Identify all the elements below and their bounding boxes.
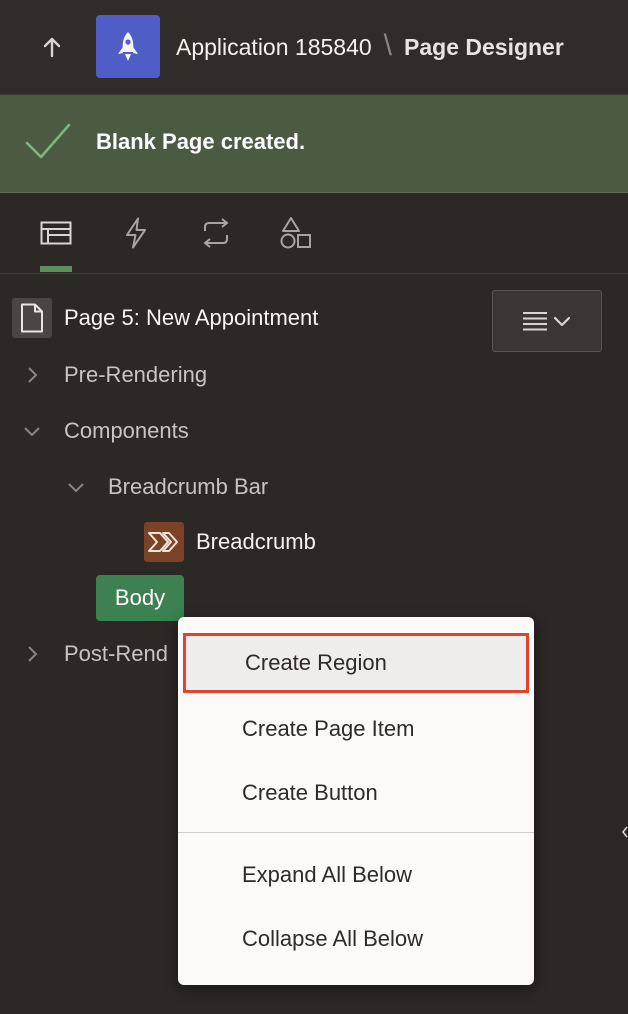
rendering-tree-icon: [40, 221, 72, 245]
menu-divider: [178, 832, 534, 833]
page-title: Page Designer: [404, 33, 564, 60]
tree-node-pre-rendering[interactable]: Pre-Rendering: [20, 355, 207, 395]
menu-item-create-page-item[interactable]: Create Page Item: [178, 697, 534, 761]
page-icon: [12, 298, 52, 338]
breadcrumb-region-icon: [144, 522, 184, 562]
context-menu: Create Region Create Page Item Create Bu…: [178, 617, 534, 985]
tree-node-label: Components: [64, 418, 189, 443]
app-name-link[interactable]: Application 185840: [176, 34, 372, 61]
shapes-icon: [280, 217, 311, 249]
tree-node-label: Breadcrumb: [196, 529, 316, 554]
checkmark-icon: [25, 123, 71, 159]
header-bar: Application 185840 \ Page Designer: [0, 0, 628, 95]
list-menu-icon: [523, 312, 571, 331]
rocket-icon[interactable]: [96, 15, 160, 78]
active-tab-indicator: [40, 266, 72, 272]
tree-node-components[interactable]: Components: [20, 411, 189, 451]
tree-node-post-rendering[interactable]: Post-Rend: [20, 634, 168, 674]
tree-node-body[interactable]: Body: [96, 575, 184, 621]
lightning-icon: [126, 217, 146, 249]
chevron-down-icon[interactable]: [20, 419, 44, 443]
success-message: Blank Page created.: [96, 129, 306, 154]
tree-node-breadcrumb[interactable]: Breadcrumb: [144, 522, 316, 562]
breadcrumb: Application 185840 \ Page Designer: [176, 29, 564, 64]
menu-item-collapse-all-below[interactable]: Collapse All Below: [178, 907, 534, 971]
tree-node-label: Pre-Rendering: [64, 362, 208, 387]
tree-menu-button[interactable]: [492, 290, 602, 352]
tree-node-label: Post-Rend: [64, 641, 168, 666]
tab-rendering[interactable]: [34, 211, 78, 255]
menu-item-create-region[interactable]: Create Region: [183, 633, 529, 693]
tab-bar: [0, 193, 628, 274]
tab-dynamic-actions[interactable]: [114, 211, 158, 255]
splitter-chevron-icon[interactable]: [620, 822, 628, 842]
chevron-down-icon[interactable]: [64, 475, 88, 499]
menu-item-create-button[interactable]: Create Button: [178, 761, 534, 825]
tree-node-label: Breadcrumb Bar: [108, 474, 269, 499]
chevron-right-icon[interactable]: [20, 363, 44, 387]
chevron-right-icon[interactable]: [20, 642, 44, 666]
tab-shared-components[interactable]: [274, 211, 318, 255]
breadcrumb-separator: \: [383, 29, 393, 62]
arrow-up-icon[interactable]: [30, 28, 74, 66]
page-designer-panel: Application 185840 \ Page Designer Blank…: [0, 0, 628, 1014]
success-banner: Blank Page created.: [0, 95, 628, 193]
process-arrows-icon: [203, 218, 229, 248]
menu-item-expand-all-below[interactable]: Expand All Below: [178, 843, 534, 907]
tree-node-breadcrumb-bar[interactable]: Breadcrumb Bar: [64, 467, 268, 507]
tree-page-title: Page 5: New Appointment: [64, 305, 319, 330]
tab-processing[interactable]: [194, 211, 238, 255]
tree-page-node[interactable]: Page 5: New Appointment: [12, 298, 318, 338]
